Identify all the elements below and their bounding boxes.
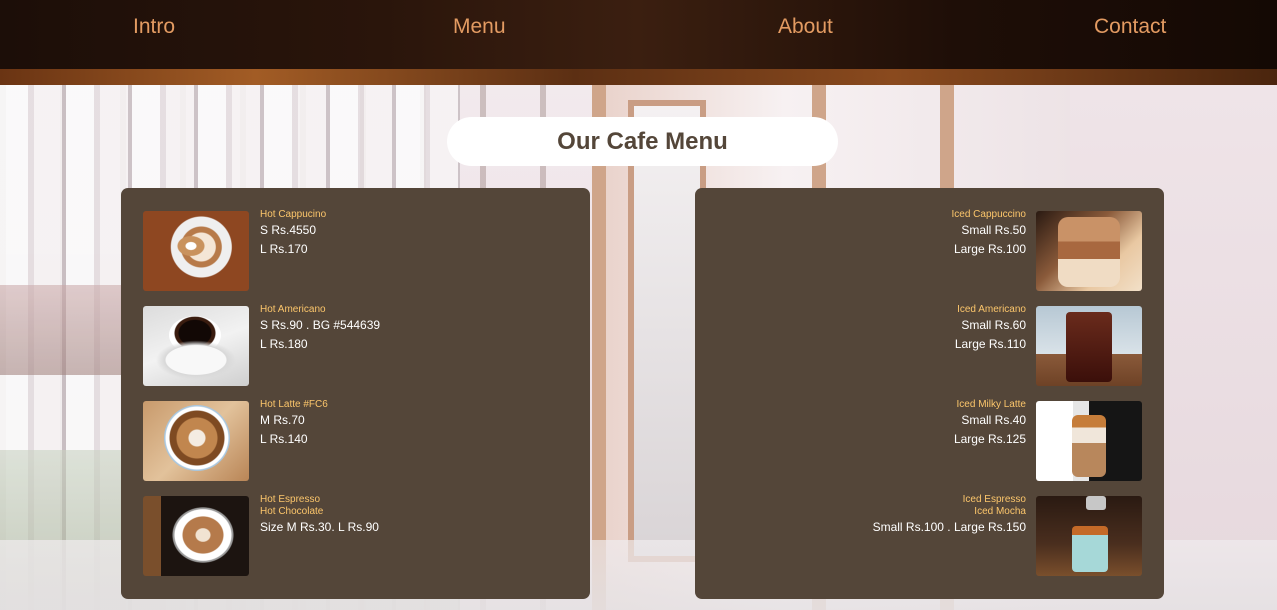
item-price: Small Rs.100 . Large Rs.150 [872, 520, 1026, 534]
item-name: Iced Cappuccino [951, 209, 1027, 220]
item-price: Large Rs.100 [953, 242, 1026, 256]
menu-item-hot-americano: Hot Americano S Rs.90 . BG #544639 L Rs.… [143, 304, 573, 386]
hot-latte-image [143, 401, 249, 481]
item-name: Hot Cappucino [260, 209, 327, 220]
item-price: M Rs.70 [260, 413, 305, 427]
menu-item-iced-cappuccino: Iced Cappuccino Small Rs.50 Large Rs.100 [715, 209, 1145, 291]
item-name: Iced Americano [957, 304, 1026, 315]
item-price: L Rs.170 [260, 242, 308, 256]
iced-espresso-image [1036, 496, 1142, 576]
nav-intro-link[interactable]: Intro [133, 15, 175, 39]
item-name: Iced Milky Latte [956, 399, 1026, 410]
iced-milky-latte-image [1036, 401, 1142, 481]
nav-menu-link[interactable]: Menu [453, 15, 506, 39]
menu-item-hot-latte: Hot Latte #FC6 M Rs.70 L Rs.140 [143, 399, 573, 481]
item-name: Hot Chocolate [260, 506, 324, 517]
iced-cappuccino-image [1036, 211, 1142, 291]
iced-drinks-panel: Iced Cappuccino Small Rs.50 Large Rs.100… [695, 188, 1164, 599]
menu-item-hot-cappucino: Hot Cappucino S Rs.4550 L Rs.170 [143, 209, 573, 291]
page-title: Our Cafe Menu [557, 127, 728, 155]
item-price: L Rs.140 [260, 432, 308, 446]
item-price: S Rs.90 . BG #544639 [260, 318, 381, 332]
nav-bottom-strip [0, 69, 1277, 85]
hot-americano-image [143, 306, 249, 386]
item-price: Small Rs.40 [961, 413, 1026, 427]
hot-espresso-image [143, 496, 249, 576]
item-price: Small Rs.60 [961, 318, 1026, 332]
item-name: Iced Espresso [962, 494, 1026, 505]
item-price: Size M Rs.30. L Rs.90 [260, 520, 379, 534]
item-name: Iced Mocha [974, 506, 1026, 517]
top-navigation: Intro Menu About Contact [0, 0, 1277, 69]
hot-drinks-panel: Hot Cappucino S Rs.4550 L Rs.170 Hot Ame… [121, 188, 590, 599]
menu-item-iced-milky-latte: Iced Milky Latte Small Rs.40 Large Rs.12… [715, 399, 1145, 481]
iced-americano-image [1036, 306, 1142, 386]
item-name: Hot Latte #FC6 [260, 399, 328, 410]
menu-title-pill: Our Cafe Menu [447, 117, 838, 166]
item-price: Large Rs.110 [954, 337, 1026, 351]
item-price: L Rs.180 [260, 337, 308, 351]
menu-item-iced-americano: Iced Americano Small Rs.60 Large Rs.110 [715, 304, 1145, 386]
nav-about-link[interactable]: About [778, 15, 833, 39]
menu-item-hot-espresso-chocolate: Hot Espresso Hot Chocolate Size M Rs.30.… [143, 494, 573, 576]
item-name: Hot Americano [260, 304, 326, 315]
nav-contact-link[interactable]: Contact [1094, 15, 1166, 39]
hot-cappucino-image [143, 211, 249, 291]
item-price: Small Rs.50 [961, 223, 1026, 237]
item-name: Hot Espresso [260, 494, 321, 505]
menu-item-iced-espresso-mocha: Iced Espresso Iced Mocha Small Rs.100 . … [715, 494, 1145, 576]
item-price: Large Rs.125 [953, 432, 1026, 446]
item-price: S Rs.4550 [260, 223, 317, 237]
